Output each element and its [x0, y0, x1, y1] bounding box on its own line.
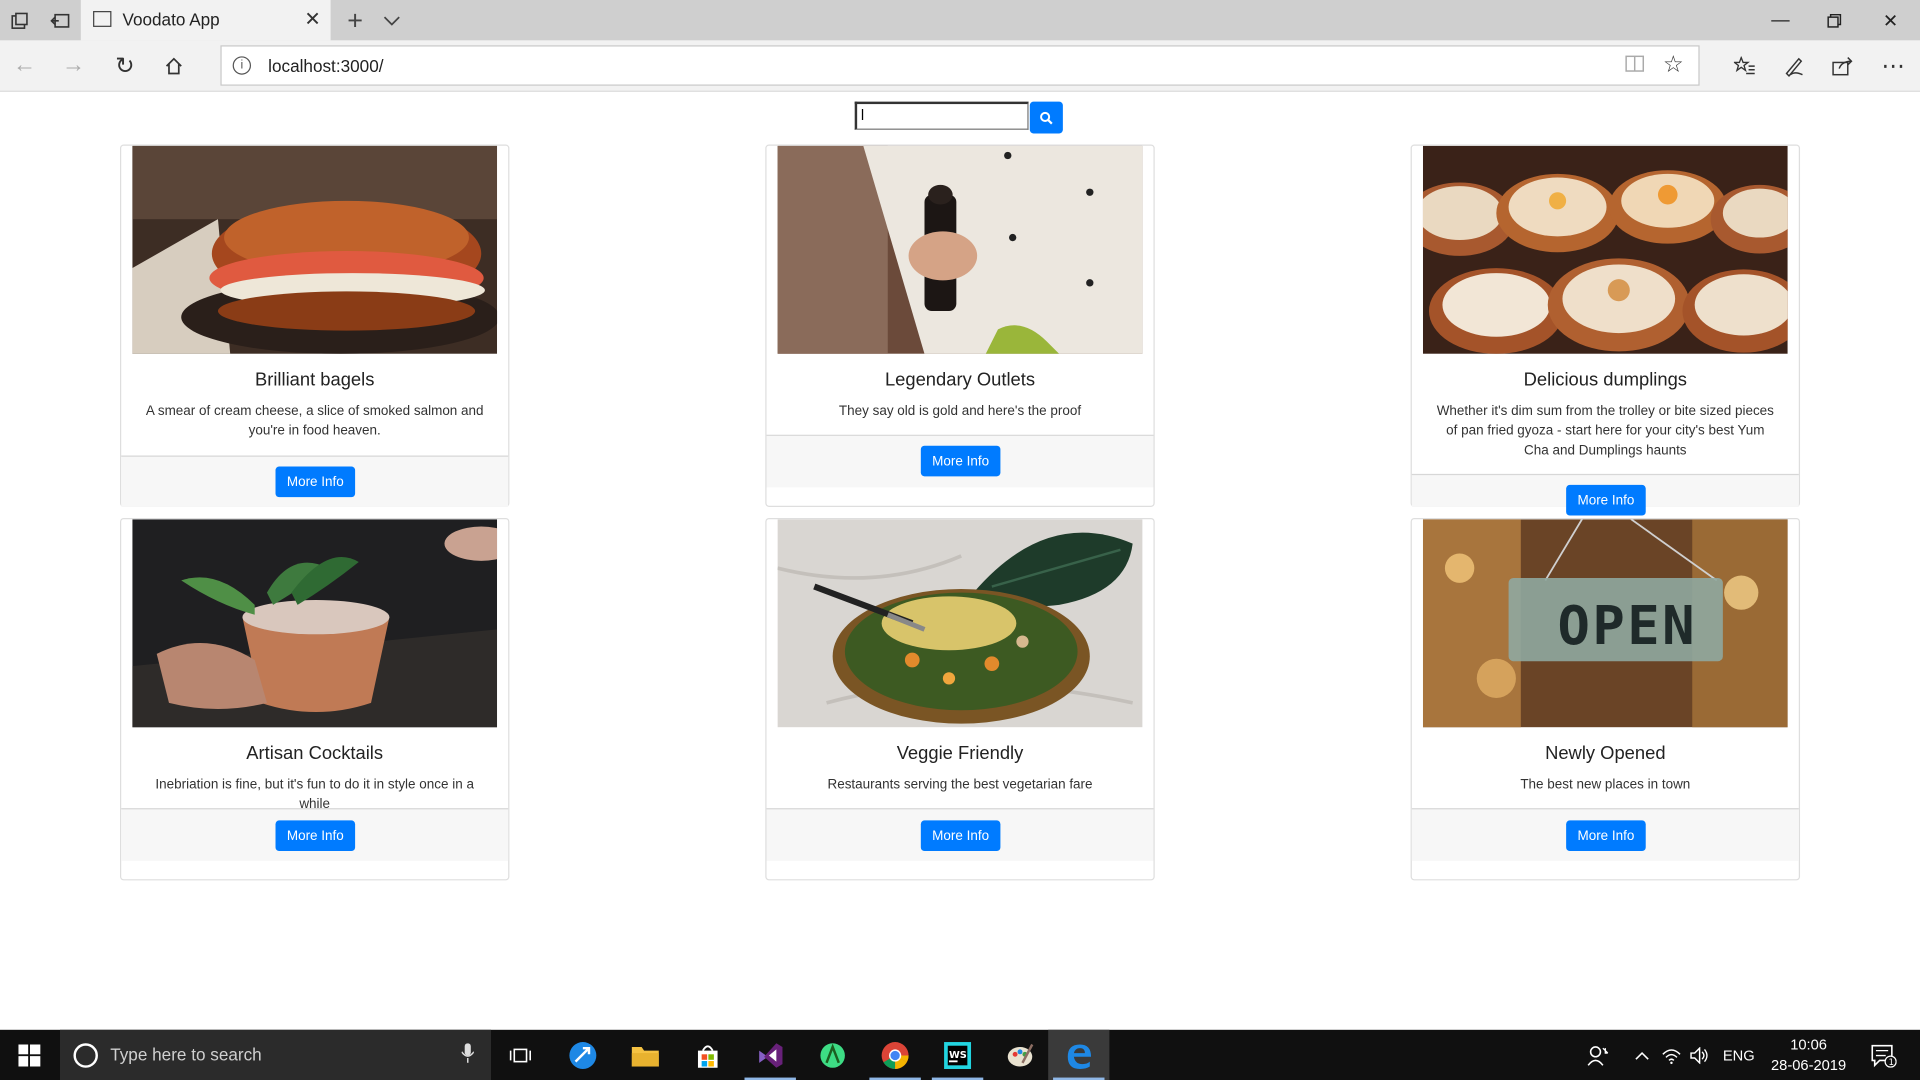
cortana-icon[interactable]: [73, 1043, 98, 1068]
veggie-bowl-photo: [777, 519, 1143, 728]
card-footer: More Info: [766, 434, 1154, 488]
card-title: Legendary Outlets: [884, 369, 1036, 391]
category-card: Brilliant bagels A smear of cream cheese…: [120, 144, 510, 507]
clock-time: 10:06: [1790, 1035, 1827, 1054]
open-sign-text: OPEN: [1558, 594, 1698, 657]
more-info-button[interactable]: More Info: [920, 820, 1001, 852]
more-info-button[interactable]: More Info: [1566, 484, 1646, 516]
card-title: Newly Opened: [1545, 743, 1666, 765]
card-title: Artisan Cocktails: [246, 743, 384, 765]
browser-tab-bar: Voodato App ✕ + — ✕: [0, 0, 1920, 41]
minimize-icon[interactable]: —: [1752, 0, 1808, 40]
pen-notes-icon[interactable]: [1774, 47, 1813, 86]
notifications-icon[interactable]: 1: [1861, 1030, 1905, 1080]
visual-studio-icon[interactable]: [740, 1030, 801, 1080]
url-text[interactable]: localhost:3000/: [268, 56, 383, 76]
more-info-button[interactable]: More Info: [275, 820, 356, 852]
language-indicator[interactable]: ENG: [1714, 1030, 1763, 1080]
windows-taskbar: Type here to search WS ENG 10:06 28-06-2…: [0, 1029, 1920, 1080]
taskbar-clock[interactable]: 10:06 28-06-2019: [1763, 1035, 1854, 1077]
favorite-star-icon[interactable]: ☆: [1663, 51, 1684, 79]
more-info-button[interactable]: More Info: [920, 445, 1001, 477]
card-description: Restaurants serving the best vegetarian …: [827, 777, 1093, 793]
search-icon: [1040, 111, 1053, 124]
file-explorer-icon[interactable]: [615, 1030, 676, 1080]
page-icon: [93, 11, 112, 27]
category-card: OPEN Newly Opened The best new places in…: [1410, 517, 1801, 881]
edge-icon[interactable]: [1048, 1029, 1110, 1080]
search-input[interactable]: l: [854, 101, 1029, 130]
bagel-photo: [132, 145, 498, 354]
card-description: They say old is gold and here's the proo…: [838, 404, 1082, 419]
chrome-icon[interactable]: [864, 1030, 925, 1080]
app-pinned-blue-icon[interactable]: [552, 1030, 613, 1080]
category-card: Delicious dumplings Whether it's dim sum…: [1410, 144, 1801, 516]
clock-date: 28-06-2019: [1770, 1056, 1847, 1074]
reading-view-icon[interactable]: [1625, 55, 1645, 77]
new-tab-icon[interactable]: +: [338, 4, 372, 38]
people-icon[interactable]: [1580, 1030, 1617, 1080]
chef-pepper-photo: [777, 145, 1143, 354]
card-title: Delicious dumplings: [1523, 369, 1687, 391]
browser-nav-bar: ← → ↻ i localhost:3000/ ☆ ⋯: [0, 40, 1920, 92]
paint-icon[interactable]: [989, 1030, 1050, 1080]
card-footer: More Info: [1411, 473, 1799, 516]
category-card: Veggie Friendly Restaurants serving the …: [765, 517, 1155, 881]
tab-preview-icon[interactable]: [0, 0, 39, 40]
notification-count: 1: [1889, 1057, 1894, 1067]
favorites-list-icon[interactable]: [1725, 47, 1764, 86]
back-arrow-icon[interactable]: ←: [5, 47, 44, 86]
tab-title: Voodato App: [122, 9, 220, 30]
task-view-icon[interactable]: [490, 1030, 551, 1080]
more-info-button[interactable]: More Info: [275, 466, 356, 498]
svg-text:WS: WS: [949, 1049, 967, 1060]
chevron-up-icon[interactable]: [1629, 1030, 1656, 1080]
card-footer: More Info: [121, 808, 509, 861]
webstorm-icon[interactable]: WS: [927, 1030, 988, 1080]
search-button[interactable]: [1029, 101, 1063, 134]
card-description: Whether it's dim sum from the trolley or…: [1436, 404, 1774, 458]
card-title: Brilliant bagels: [254, 369, 375, 391]
info-icon[interactable]: i: [232, 56, 252, 75]
category-card: Artisan Cocktails Inebriation is fine, b…: [120, 517, 510, 881]
card-description: The best new places in town: [1520, 777, 1691, 793]
card-footer: More Info: [1411, 808, 1799, 861]
home-icon[interactable]: [154, 47, 193, 86]
card-footer: More Info: [766, 808, 1154, 861]
more-menu-icon[interactable]: ⋯: [1873, 47, 1912, 86]
close-window-icon[interactable]: ✕: [1862, 0, 1918, 40]
more-info-button[interactable]: More Info: [1566, 820, 1646, 852]
windows-start-icon[interactable]: [0, 1030, 59, 1080]
category-card: Legendary Outlets They say old is gold a…: [765, 144, 1155, 507]
card-title: Veggie Friendly: [896, 743, 1024, 765]
android-studio-icon[interactable]: [802, 1030, 863, 1080]
card-description: A smear of cream cheese, a slice of smok…: [145, 404, 484, 439]
close-tab-icon[interactable]: ✕: [304, 7, 320, 31]
address-bar[interactable]: i localhost:3000/ ☆: [220, 45, 1700, 86]
refresh-icon[interactable]: ↻: [105, 47, 144, 86]
restore-icon[interactable]: [1806, 0, 1862, 40]
chevron-down-icon[interactable]: [377, 6, 406, 35]
taskbar-search-placeholder: Type here to search: [110, 1044, 262, 1065]
wifi-icon[interactable]: [1657, 1030, 1686, 1080]
open-sign-photo: OPEN: [1422, 519, 1788, 728]
forward-arrow-icon[interactable]: →: [54, 47, 93, 86]
card-footer: More Info: [121, 455, 509, 507]
microphone-icon[interactable]: [461, 1043, 475, 1066]
taskbar-search-box[interactable]: Type here to search: [60, 1029, 492, 1080]
store-icon[interactable]: [677, 1030, 738, 1080]
share-icon[interactable]: [1823, 47, 1862, 86]
volume-icon[interactable]: [1686, 1030, 1713, 1080]
set-tabs-aside-icon[interactable]: [40, 0, 79, 40]
cocktail-photo: [132, 519, 498, 728]
dumplings-photo: [1422, 145, 1788, 354]
browser-tab[interactable]: Voodato App ✕: [80, 0, 331, 41]
